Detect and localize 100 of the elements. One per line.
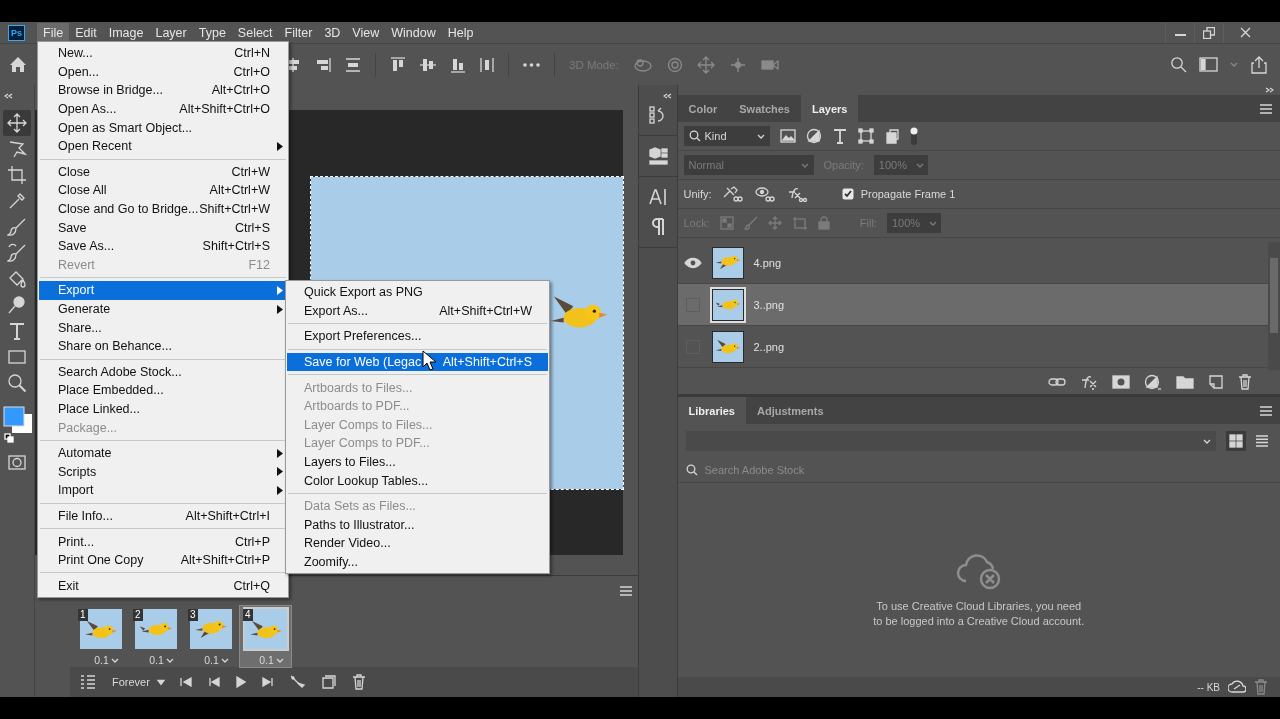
menu-item[interactable]: Window [385,22,442,43]
more-icon[interactable] [523,62,540,67]
menu-item[interactable]: Browse in Bridge... Alt+Ctrl+O [39,81,287,100]
layer-mask-icon[interactable] [1112,375,1130,389]
menu-item[interactable]: Open as Smart Object... [39,118,287,137]
menu-item[interactable]: Help [441,22,480,43]
menu-item[interactable]: Layer [149,22,193,43]
frame-delay[interactable]: 0.1 [94,654,109,666]
animation-frame[interactable]: 1 0.1 [75,606,126,667]
menu-item[interactable]: File [37,22,70,43]
smart-object-filter-icon[interactable] [883,128,900,144]
grid-view-button[interactable] [1226,431,1246,451]
close-icon[interactable] [1239,27,1251,38]
align-icon[interactable] [315,57,331,72]
shape-filter-icon[interactable] [857,128,874,144]
menu-item[interactable]: Layers to Files... [287,452,548,472]
adjustment-filter-icon[interactable] [805,128,822,144]
play-icon[interactable] [235,676,246,688]
menu-item[interactable]: Quick Export as PNG [287,283,548,302]
new-layer-icon[interactable] [1208,374,1224,390]
panel-tab[interactable]: Adjustments [745,397,835,424]
chevron-down-icon[interactable] [110,657,119,663]
eye-icon[interactable] [683,256,702,269]
properties-icon[interactable] [647,146,668,166]
distribute-icon[interactable] [480,56,494,73]
menu-item[interactable]: Color Lookup Tables... [287,471,548,490]
menu-item[interactable]: Paths to Illustrator... [287,515,548,535]
chevron-down-icon[interactable] [220,657,229,663]
filter-dropdown[interactable]: Kind [683,126,770,146]
menu-item[interactable]: Image [102,22,150,43]
menu-item[interactable]: Filter [278,22,319,43]
menu-item[interactable]: 3D [318,22,347,43]
frame-delay[interactable]: 0.1 [204,654,219,666]
quick-mask-icon[interactable] [7,454,27,472]
align-icon[interactable] [390,56,406,73]
menu-item[interactable]: Generate [39,299,287,319]
character-icon[interactable] [647,187,668,207]
menu-item[interactable]: Select [231,22,279,43]
menu-item[interactable]: Place Linked... [39,399,287,419]
unify-visibility-icon[interactable] [753,186,776,202]
menu-item[interactable]: Export [39,281,287,300]
convert-timeline-icon[interactable] [80,675,96,689]
default-colors-icon[interactable] [4,433,14,443]
panel-tab[interactable]: Layers [801,95,859,122]
animation-frame[interactable]: 2 0.1 [130,606,181,667]
caret-icon[interactable] [156,679,166,685]
panel-menu-icon[interactable] [1260,405,1272,416]
panel-tab[interactable]: Color [677,95,729,122]
loop-option[interactable]: Forever [112,676,150,688]
menu-item[interactable]: Zoomify... [287,552,548,572]
paragraph-icon[interactable] [649,217,666,237]
menu-item[interactable]: Close All Alt+Ctrl+W [39,181,287,200]
align-icon[interactable] [345,57,361,72]
align-icon[interactable] [420,56,436,73]
scrollbar[interactable] [1268,242,1280,370]
menu-item[interactable]: Import [39,481,287,500]
menu-item[interactable]: Exit Ctrl+Q [39,576,287,596]
adjustment-layer-icon[interactable] [1144,374,1162,390]
menu-item[interactable]: Save As... Shift+Ctrl+S [39,236,287,256]
menu-item[interactable]: Open Recent [39,136,287,156]
link-layers-icon[interactable] [1048,377,1066,387]
collapse-icon[interactable] [662,93,672,99]
menu-item[interactable]: Place Embedded... [39,381,287,400]
layer-row[interactable]: 3..png [677,284,1268,326]
chevron-down-icon[interactable] [275,657,284,663]
color-swatches-icon[interactable] [3,406,35,434]
menu-item[interactable]: Save Ctrl+S [39,218,287,237]
checkbox[interactable] [841,188,854,200]
menu-item[interactable]: New... Ctrl+N [39,44,287,63]
menu-item[interactable]: Close Ctrl+W [39,162,287,182]
collapse-icon[interactable] [4,93,13,99]
menu-item[interactable]: Print... Ctrl+P [39,532,287,551]
app-logo[interactable]: Ps [8,24,25,41]
menu-item[interactable]: Automate [39,443,287,463]
frame-delay[interactable]: 0.1 [149,654,164,666]
tool-button[interactable] [3,110,31,136]
menu-item[interactable]: Save for Web (Legac Alt+Shift+Ctrl+S [287,352,548,372]
scrollbar-thumb[interactable] [1270,258,1278,333]
menu-item[interactable]: Share on Behance... [39,336,287,356]
menu-item[interactable]: Print One Copy Alt+Shift+Ctrl+P [39,550,287,570]
first-frame-icon[interactable] [179,677,192,687]
unify-position-icon[interactable] [721,186,744,202]
menu-item[interactable]: Search Adobe Stock... [39,362,287,382]
menu-item[interactable]: Export Preferences... [287,327,548,346]
panel-menu-icon[interactable] [1260,103,1272,114]
folder-icon[interactable] [1176,375,1194,389]
sync-icon[interactable] [1228,680,1246,694]
animation-frame[interactable]: 3 0.1 [185,606,236,667]
restore-icon[interactable] [1203,26,1215,39]
menu-item[interactable]: Open... Ctrl+O [39,62,287,82]
duplicate-frame-icon[interactable] [321,675,336,689]
trash-icon[interactable] [1254,679,1268,695]
panel-tab[interactable]: Libraries [677,397,746,424]
share-icon[interactable] [1250,55,1268,74]
menu-item[interactable]: Export As... Alt+Shift+Ctrl+W [287,301,548,321]
menu-item[interactable]: Edit [69,22,103,43]
previous-frame-icon[interactable] [207,677,220,687]
menu-item[interactable]: Close and Go to Bridge...Shift+Ctrl+W [39,199,287,219]
menu-item[interactable]: View [346,22,386,43]
layer-style-icon[interactable] [1080,374,1098,390]
